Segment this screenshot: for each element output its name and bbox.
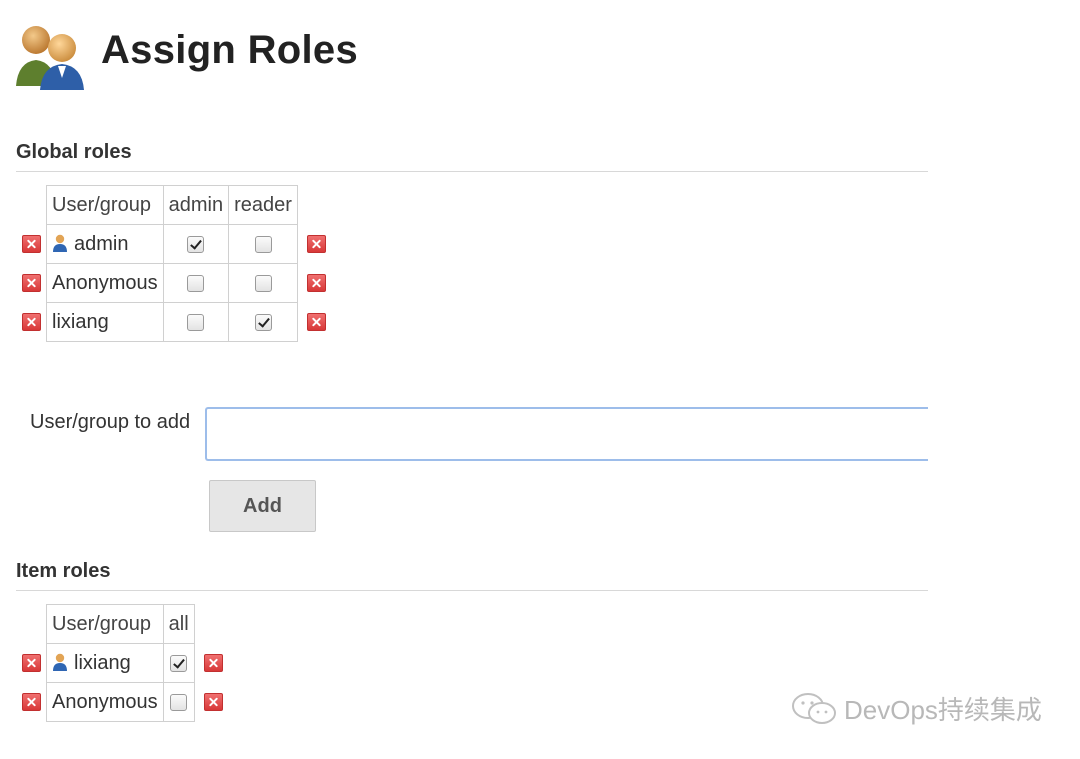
table-header-row: User/group admin reader [16, 185, 332, 225]
add-user-input[interactable] [205, 407, 928, 461]
column-header-all: all [162, 604, 195, 644]
user-cell: lixiang [46, 302, 164, 342]
watermark: DevOps持续集成 [790, 690, 1042, 727]
table-row: Anonymous [16, 263, 332, 303]
user-name: lixiang [74, 651, 131, 674]
delete-row-icon[interactable] [21, 235, 41, 254]
delete-row-icon[interactable] [307, 235, 327, 254]
delete-row-icon[interactable] [21, 313, 41, 332]
user-cell: admin [46, 224, 164, 264]
delete-row-icon[interactable] [307, 313, 327, 332]
user-name: Anonymous [52, 690, 158, 713]
user-name: admin [74, 232, 129, 255]
watermark-text: DevOps持续集成 [844, 695, 1042, 725]
assign-roles-icon [14, 20, 88, 92]
global-roles-table: User/group admin reader admin Anonymous [16, 185, 332, 342]
table-row: lixiang [16, 302, 332, 342]
user-cell: Anonymous [46, 682, 164, 722]
item-roles-table: User/group all lixiang Anonymous [16, 604, 229, 722]
delete-row-icon[interactable] [21, 654, 41, 673]
table-row: lixiang [16, 643, 229, 683]
wechat-logo-icon [792, 692, 836, 724]
column-header-user-group: User/group [46, 604, 164, 644]
table-row: Anonymous [16, 682, 229, 722]
admin-checkbox[interactable] [187, 313, 205, 331]
user-name: Anonymous [52, 271, 158, 294]
column-header-user-group: User/group [46, 185, 164, 225]
reader-checkbox[interactable] [254, 313, 272, 331]
item-roles-divider [16, 590, 928, 591]
user-cell: Anonymous [46, 263, 164, 303]
delete-row-icon[interactable] [21, 693, 41, 712]
page-title: Assign Roles [101, 28, 358, 72]
user-name: lixiang [52, 310, 109, 333]
global-roles-heading: Global roles [16, 141, 132, 163]
table-row: admin [16, 224, 332, 264]
item-roles-heading: Item roles [16, 560, 111, 582]
column-header-reader: reader [228, 185, 298, 225]
admin-checkbox[interactable] [187, 235, 205, 253]
table-header-row: User/group all [16, 604, 229, 644]
user-cell: lixiang [46, 643, 164, 683]
all-checkbox[interactable] [170, 693, 188, 711]
all-checkbox[interactable] [170, 654, 188, 672]
reader-checkbox[interactable] [254, 235, 272, 253]
delete-row-icon[interactable] [21, 274, 41, 293]
delete-row-icon[interactable] [307, 274, 327, 293]
admin-checkbox[interactable] [187, 274, 205, 292]
reader-checkbox[interactable] [254, 274, 272, 292]
user-icon [53, 234, 67, 252]
global-roles-divider [16, 171, 928, 172]
add-button[interactable]: Add [209, 480, 316, 532]
delete-row-icon[interactable] [204, 693, 224, 712]
delete-row-icon[interactable] [204, 654, 224, 673]
add-user-label: User/group to add [30, 411, 191, 433]
column-header-admin: admin [162, 185, 230, 225]
user-icon [53, 653, 67, 671]
